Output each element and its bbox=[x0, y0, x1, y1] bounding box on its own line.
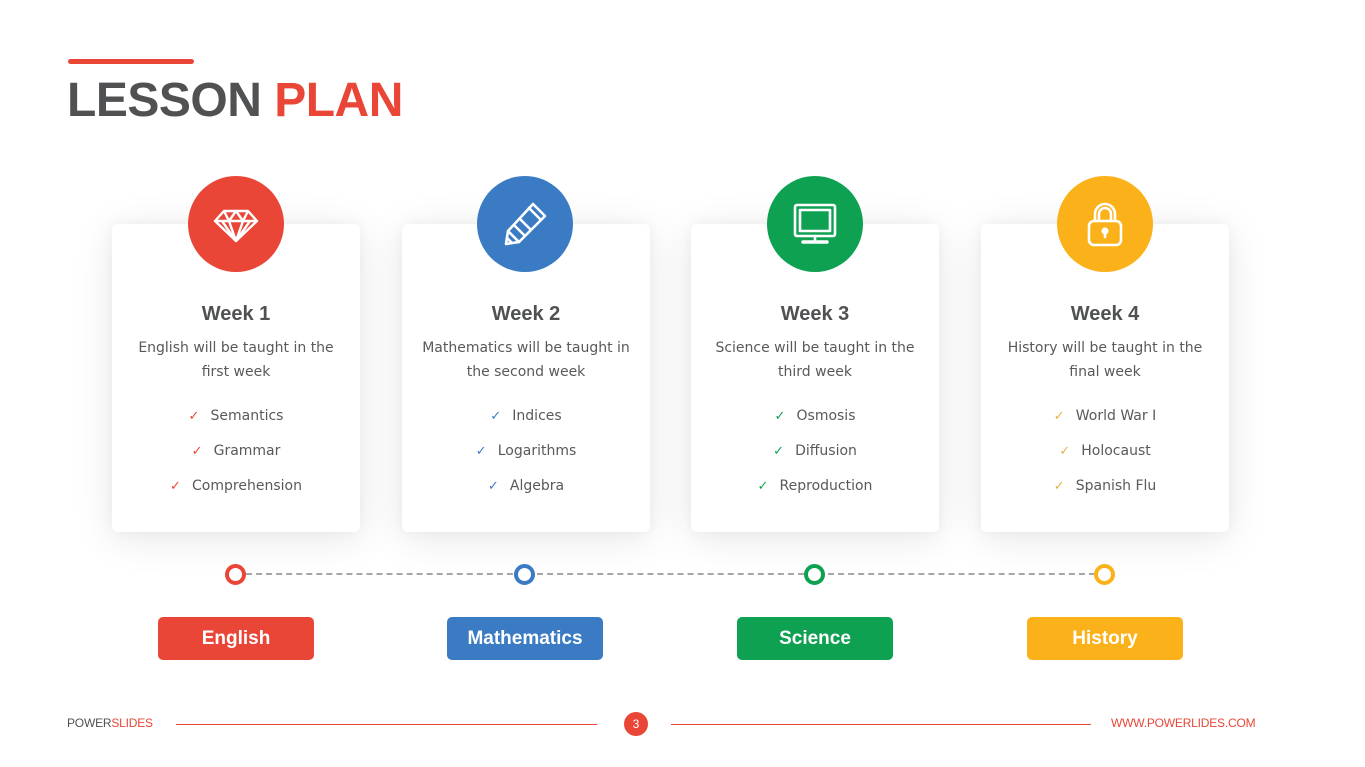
topic-item: ✓ Diffusion bbox=[691, 439, 939, 474]
topic-item: ✓ Spanish Flu bbox=[981, 474, 1229, 509]
topic-item: ✓ Comprehension bbox=[112, 474, 360, 509]
timeline-node-week-4 bbox=[1094, 564, 1115, 585]
check-icon: ✓ bbox=[774, 409, 786, 424]
topic-label: Spanish Flu bbox=[1075, 478, 1157, 494]
pencil-icon bbox=[504, 202, 547, 246]
check-icon: ✓ bbox=[773, 444, 784, 459]
page-number-badge: 3 bbox=[624, 712, 648, 736]
topic-item: ✓ Algebra bbox=[402, 474, 650, 509]
title-part-lesson: LESSON bbox=[67, 74, 262, 127]
topic-label: Algebra bbox=[509, 478, 565, 494]
topic-label: World War I bbox=[1075, 408, 1157, 424]
check-icon: ✓ bbox=[1059, 444, 1071, 459]
lock-icon bbox=[1087, 202, 1123, 247]
check-icon: ✓ bbox=[1053, 479, 1065, 494]
topic-list: ✓ Semantics ✓ Grammar ✓ Comprehension bbox=[112, 404, 360, 509]
week-description: Science will be taught in the third week bbox=[715, 340, 915, 380]
brand-part-slides: SLIDES bbox=[111, 716, 153, 730]
topic-item: ✓ Osmosis bbox=[691, 404, 939, 439]
week-heading: Week 3 bbox=[780, 303, 850, 325]
topic-item: ✓ Holocaust bbox=[981, 439, 1229, 474]
topic-item: ✓ World War I bbox=[981, 404, 1229, 439]
topic-label: Logarithms bbox=[497, 443, 577, 459]
check-icon: ✓ bbox=[490, 409, 502, 424]
week-3-icon-badge bbox=[767, 176, 863, 272]
page-title: LESSON PLAN bbox=[67, 73, 403, 129]
topic-label: Semantics bbox=[210, 408, 284, 424]
week-description: Mathematics will be taught in the second… bbox=[422, 340, 630, 380]
topic-item: ✓ Indices bbox=[402, 404, 650, 439]
topic-item: ✓ Semantics bbox=[112, 404, 360, 439]
week-heading: Week 2 bbox=[491, 303, 561, 325]
topic-label: Osmosis bbox=[796, 408, 856, 424]
check-icon: ✓ bbox=[487, 479, 499, 494]
check-icon: ✓ bbox=[475, 444, 487, 459]
monitor-icon bbox=[793, 203, 837, 244]
subject-tag-mathematics: Mathematics bbox=[447, 617, 603, 660]
topic-list: ✓ Indices ✓ Logarithms ✓ Algebra bbox=[402, 404, 650, 509]
topic-item: ✓ Logarithms bbox=[402, 439, 650, 474]
check-icon: ✓ bbox=[757, 479, 769, 494]
footer-website-link[interactable]: WWW.POWERLIDES.COM bbox=[1111, 716, 1256, 730]
topic-label: Comprehension bbox=[192, 478, 302, 494]
week-heading: Week 1 bbox=[201, 303, 271, 325]
check-icon: ✓ bbox=[1053, 409, 1065, 424]
footer-divider-left bbox=[176, 724, 597, 725]
week-2-icon-badge bbox=[477, 176, 573, 272]
brand-part-power: POWER bbox=[67, 716, 112, 730]
week-4-icon-badge bbox=[1057, 176, 1153, 272]
footer-brand-logo: POWERSLIDES bbox=[67, 716, 153, 730]
week-description: English will be taught in the first week bbox=[138, 340, 334, 380]
check-icon: ✓ bbox=[170, 479, 181, 494]
week-heading: Week 4 bbox=[1070, 303, 1140, 325]
check-icon: ✓ bbox=[188, 409, 200, 424]
footer-divider-right bbox=[671, 724, 1091, 725]
subject-tag-history: History bbox=[1027, 617, 1183, 660]
check-icon: ✓ bbox=[191, 444, 203, 459]
topic-label: Indices bbox=[512, 408, 562, 424]
diamond-icon bbox=[213, 209, 259, 243]
topic-label: Holocaust bbox=[1081, 443, 1151, 459]
timeline-node-week-2 bbox=[514, 564, 535, 585]
title-accent-bar bbox=[68, 59, 194, 64]
subject-tag-science: Science bbox=[737, 617, 893, 660]
topic-label: Grammar bbox=[213, 443, 281, 459]
topic-list: ✓ Osmosis ✓ Diffusion ✓ Reproduction bbox=[691, 404, 939, 509]
topic-item: ✓ Reproduction bbox=[691, 474, 939, 509]
topic-label: Reproduction bbox=[779, 478, 873, 494]
topic-item: ✓ Grammar bbox=[112, 439, 360, 474]
timeline-node-week-1 bbox=[225, 564, 246, 585]
topic-label: Diffusion bbox=[795, 443, 857, 459]
timeline-dashed-line bbox=[236, 573, 1105, 575]
title-part-plan: PLAN bbox=[274, 74, 403, 127]
subject-tag-english: English bbox=[158, 617, 314, 660]
timeline-node-week-3 bbox=[804, 564, 825, 585]
week-description: History will be taught in the final week bbox=[1007, 340, 1203, 380]
week-1-icon-badge bbox=[188, 176, 284, 272]
topic-list: ✓ World War I ✓ Holocaust ✓ Spanish Flu bbox=[981, 404, 1229, 509]
